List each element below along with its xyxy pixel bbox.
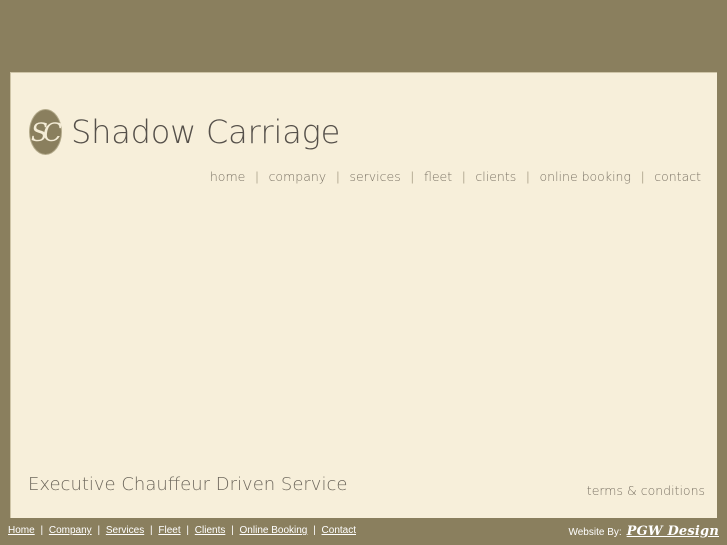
primary-navigation: home | company | services | fleet | clie…: [208, 169, 703, 184]
footer-link-fleet[interactable]: Fleet: [158, 525, 180, 536]
tagline-row: Executive Chauffeur Driven Service terms…: [11, 474, 717, 508]
site-logo[interactable]: SC Shadow Carriage: [29, 109, 340, 155]
site-footer-bar: Home | Company | Services | Fleet | Clie…: [0, 520, 727, 545]
site-tagline: Executive Chauffeur Driven Service: [28, 474, 348, 495]
footer-separator: |: [97, 525, 101, 536]
nav-item-online-booking[interactable]: online booking: [538, 169, 633, 184]
website-credit-brand-link[interactable]: PGW Design: [627, 524, 719, 539]
site-header: SC Shadow Carriage home | company | serv…: [11, 73, 717, 193]
footer-separator: |: [149, 525, 153, 536]
logo-monogram: SC: [30, 117, 62, 147]
website-credit-label: Website By:: [568, 527, 622, 538]
nav-item-home[interactable]: home: [208, 169, 247, 184]
brand-name: Shadow Carriage: [71, 113, 341, 151]
footer-separator: |: [231, 525, 234, 536]
footer-link-company[interactable]: Company: [49, 525, 92, 536]
nav-separator: |: [640, 169, 645, 184]
page-content-body: [11, 193, 717, 467]
nav-separator: |: [462, 169, 466, 184]
footer-separator: |: [186, 525, 189, 536]
logo-badge-oval-icon: SC: [29, 109, 62, 155]
nav-item-fleet[interactable]: fleet: [422, 169, 454, 184]
footer-link-online-booking[interactable]: Online Booking: [240, 525, 308, 536]
nav-separator: |: [526, 169, 530, 184]
footer-navigation: Home | Company | Services | Fleet | Clie…: [8, 525, 356, 536]
site-content-panel: SC Shadow Carriage home | company | serv…: [10, 72, 717, 518]
footer-link-services[interactable]: Services: [106, 525, 144, 536]
footer-separator: |: [40, 525, 44, 536]
nav-item-services[interactable]: services: [347, 169, 402, 184]
footer-separator: |: [313, 525, 316, 536]
terms-and-conditions-link[interactable]: terms & conditions: [587, 483, 705, 498]
footer-link-contact[interactable]: Contact: [322, 525, 356, 536]
nav-separator: |: [410, 169, 414, 184]
nav-item-company[interactable]: company: [267, 169, 329, 184]
nav-item-clients[interactable]: clients: [473, 169, 518, 184]
footer-link-home[interactable]: Home: [8, 525, 35, 536]
nav-separator: |: [255, 169, 259, 184]
nav-separator: |: [336, 169, 340, 184]
nav-item-contact[interactable]: contact: [652, 169, 703, 184]
website-credit: Website By: PGW Design: [568, 524, 719, 539]
footer-link-clients[interactable]: Clients: [195, 525, 226, 536]
